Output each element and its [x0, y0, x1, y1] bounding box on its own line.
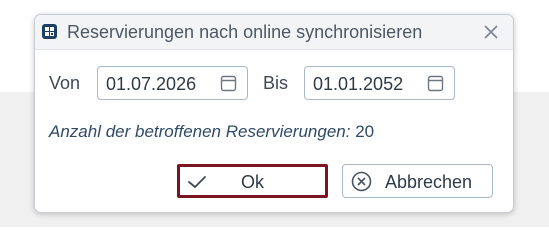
- ok-button[interactable]: Ok: [177, 164, 328, 198]
- to-date-field[interactable]: 01.01.2052: [304, 66, 455, 100]
- calendar-icon[interactable]: [220, 75, 237, 92]
- affected-reservations-label: Anzahl der betroffenen Reservierungen:: [49, 122, 351, 141]
- calendar-icon[interactable]: [427, 75, 444, 92]
- from-date-value: 01.07.2026: [106, 74, 197, 94]
- x-circle-icon: [351, 171, 372, 197]
- to-date-value: 01.01.2052: [313, 74, 404, 94]
- cancel-button-label: Abbrechen: [385, 172, 473, 192]
- grid-app-icon: [42, 24, 57, 39]
- dialog-titlebar: Reservierungen nach online synchronisier…: [35, 15, 513, 50]
- close-icon[interactable]: [483, 24, 499, 40]
- affected-reservations-count: 20: [355, 122, 375, 141]
- to-label: Bis: [263, 73, 289, 93]
- from-date-field[interactable]: 01.07.2026: [97, 66, 248, 100]
- cancel-button[interactable]: Abbrechen: [342, 164, 493, 198]
- ok-button-label: Ok: [240, 172, 264, 192]
- sync-dialog: Reservierungen nach online synchronisier…: [34, 14, 514, 213]
- affected-reservations-info: Anzahl der betroffenen Reservierungen: 2…: [49, 122, 374, 142]
- from-label: Von: [49, 73, 81, 93]
- dialog-title: Reservierungen nach online synchronisier…: [67, 22, 423, 42]
